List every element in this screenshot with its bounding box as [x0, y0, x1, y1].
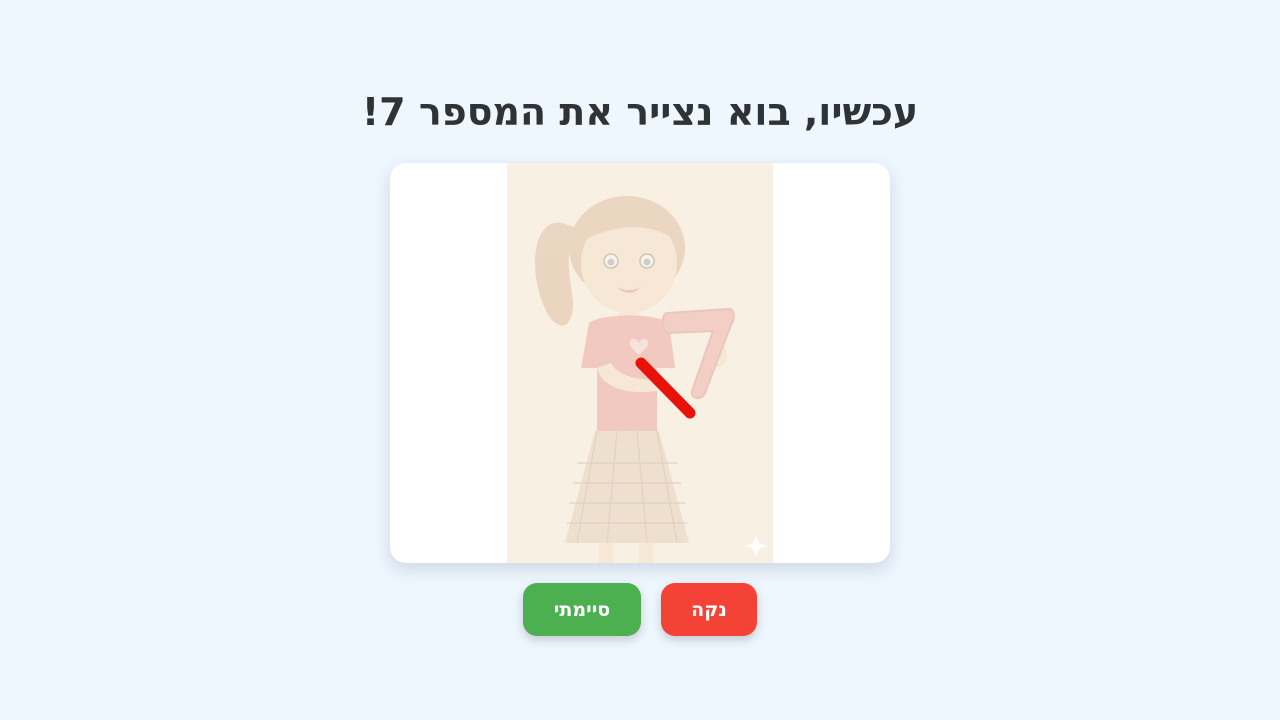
page: עכשיו, בוא נצייר את המספר 7! סיימתי נקה	[0, 0, 1280, 720]
drawn-stroke	[635, 357, 696, 419]
drawing-canvas[interactable]	[390, 163, 890, 563]
user-drawn-stroke-layer	[635, 357, 696, 419]
done-button[interactable]: סיימתי	[523, 583, 641, 636]
clear-button[interactable]: נקה	[661, 583, 757, 636]
page-title: עכשיו, בוא נצייר את המספר 7!	[361, 90, 919, 134]
